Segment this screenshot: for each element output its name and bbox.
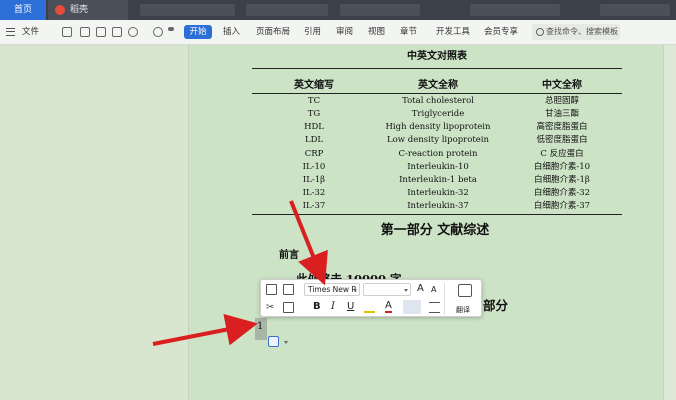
cell-zh: 白细胞介素-1β xyxy=(534,175,590,185)
cell-abbr: IL-1β xyxy=(302,175,326,185)
cell-abbr: IL-37 xyxy=(302,201,326,211)
save-icon[interactable] xyxy=(62,27,72,37)
cell-zh: 白细胞介素-10 xyxy=(533,162,591,172)
cell-en: High density lipoprotein xyxy=(385,122,491,132)
wps-logo-icon xyxy=(55,5,65,15)
paste-options-icon[interactable] xyxy=(268,336,288,347)
ribbon-tab-insert[interactable]: 插入 xyxy=(223,25,240,40)
cell-zh: 总胆固醇 xyxy=(544,96,579,106)
table-row: CRP C-reaction protein C 反应蛋白 xyxy=(252,148,622,161)
section-heading: 第一部分 文献综述 xyxy=(380,223,490,238)
ribbon-tab-member[interactable]: 会员专享 xyxy=(484,25,518,40)
font-color-button[interactable]: A xyxy=(385,300,392,313)
table-row: TG Triglyceride 甘油三酯 xyxy=(252,108,622,121)
undo-icon[interactable] xyxy=(128,27,138,37)
ribbon-bar: 文件 开始 插入 页面布局 引用 审阅 视图 章节 开发工具 会员专享 查找命令… xyxy=(0,20,676,45)
redo-icon[interactable] xyxy=(153,27,163,37)
customize-dropdown-icon[interactable] xyxy=(168,27,174,31)
copy-icon[interactable] xyxy=(266,284,277,295)
cut-icon[interactable]: ✂ xyxy=(266,302,277,313)
right-margin xyxy=(663,45,676,400)
blurred-tab[interactable] xyxy=(340,4,420,16)
translate-icon[interactable] xyxy=(458,284,472,297)
format-painter-icon[interactable] xyxy=(283,284,294,295)
print-preview-icon[interactable] xyxy=(112,27,122,37)
export-pdf-icon[interactable] xyxy=(80,27,90,37)
cell-zh: 白细胞介素-37 xyxy=(533,201,591,211)
cell-abbr: IL-10 xyxy=(302,162,326,172)
table-row: LDL Low density lipoprotein 低密度脂蛋白 xyxy=(252,134,622,147)
ribbon-tab-developer[interactable]: 开发工具 xyxy=(436,25,470,40)
cell-abbr: CRP xyxy=(304,149,324,159)
print-icon[interactable] xyxy=(96,27,106,37)
table-row: IL-37 Interleukin-37 白细胞介素-37 xyxy=(252,200,622,213)
cell-abbr: TG xyxy=(307,109,321,119)
cell-abbr: LDL xyxy=(304,135,324,145)
cell-zh: 白细胞介素-32 xyxy=(533,188,591,198)
table-header: 英文全称 xyxy=(418,80,458,91)
underline-button[interactable]: U xyxy=(347,301,354,312)
preface-heading: 前言 xyxy=(279,250,299,261)
table-row: IL-32 Interleukin-32 白细胞介素-32 xyxy=(252,187,622,200)
pasted-text: 1 xyxy=(257,321,264,332)
floating-format-toolbar: Times New R A A 翻译 ✂ B I U A xyxy=(260,279,482,317)
line-spacing-icon[interactable] xyxy=(429,302,440,313)
font-name-select[interactable]: Times New R xyxy=(304,283,360,296)
cell-en: Triglyceride xyxy=(411,109,465,119)
cell-zh: 高密度脂蛋白 xyxy=(536,122,588,132)
align-button[interactable] xyxy=(403,300,421,314)
highlight-icon[interactable] xyxy=(364,302,375,313)
file-menu[interactable]: 文件 xyxy=(22,25,39,40)
font-size-select[interactable] xyxy=(363,283,411,296)
translate-label[interactable]: 翻译 xyxy=(456,305,470,315)
tab-document-label: 稻壳 xyxy=(70,5,89,15)
tab-home[interactable]: 首页 xyxy=(0,0,46,20)
table-row: IL-10 Interleukin-10 白细胞介素-10 xyxy=(252,161,622,174)
ribbon-tab-chapter[interactable]: 章节 xyxy=(400,25,417,40)
table-row: HDL High density lipoprotein 高密度脂蛋白 xyxy=(252,121,622,134)
table-header: 中文全称 xyxy=(542,80,582,91)
cell-en: Interleukin-37 xyxy=(407,201,469,211)
toolbar-divider xyxy=(444,283,445,315)
cell-en: Interleukin-1 beta xyxy=(399,175,477,185)
blurred-tab[interactable] xyxy=(246,4,328,16)
table-header-rule xyxy=(252,93,622,94)
command-search-box[interactable]: 查找命令、搜索模板 xyxy=(532,24,620,40)
section-heading-partial: 部分 xyxy=(483,298,509,313)
cell-abbr: TC xyxy=(307,96,321,106)
cell-zh: C 反应蛋白 xyxy=(540,149,584,159)
title-tab-bar: 首页 稻壳 xyxy=(0,0,676,20)
ribbon-tab-view[interactable]: 视图 xyxy=(368,25,385,40)
table-header: 英文缩写 xyxy=(294,80,334,91)
decrease-font-size-icon[interactable]: A xyxy=(431,285,436,294)
ribbon-tab-page-layout[interactable]: 页面布局 xyxy=(256,25,290,40)
paste-icon[interactable] xyxy=(283,302,294,313)
cell-zh: 甘油三酯 xyxy=(544,109,579,119)
ribbon-tab-start[interactable]: 开始 xyxy=(184,25,212,39)
blurred-tab[interactable] xyxy=(470,4,560,16)
left-margin xyxy=(0,45,188,400)
ribbon-tab-review[interactable]: 审阅 xyxy=(336,25,353,40)
table-row: TC Total cholesterol 总胆固醇 xyxy=(252,95,622,108)
table-top-rule xyxy=(252,68,622,69)
menu-icon[interactable] xyxy=(6,28,15,36)
table-title: 中英文对照表 xyxy=(407,51,467,62)
ribbon-tab-references[interactable]: 引用 xyxy=(304,25,321,40)
cell-en: Low density lipoprotein xyxy=(387,135,489,145)
cell-abbr: HDL xyxy=(304,122,324,132)
cell-abbr: IL-32 xyxy=(302,188,326,198)
cell-en: C-reaction protein xyxy=(398,149,478,159)
increase-font-size-icon[interactable]: A xyxy=(417,283,424,294)
table-row: IL-1β Interleukin-1 beta 白细胞介素-1β xyxy=(252,174,622,187)
blurred-tab[interactable] xyxy=(600,4,670,16)
bold-button[interactable]: B xyxy=(313,301,321,312)
italic-button[interactable]: I xyxy=(331,301,335,312)
cell-en: Interleukin-10 xyxy=(407,162,469,172)
cell-zh: 低密度脂蛋白 xyxy=(536,135,588,145)
table-bottom-rule xyxy=(252,214,622,215)
cell-en: Total cholesterol xyxy=(402,96,474,106)
blurred-tab[interactable] xyxy=(140,4,235,16)
tab-document[interactable]: 稻壳 xyxy=(48,0,128,20)
cell-en: Interleukin-32 xyxy=(407,188,469,198)
